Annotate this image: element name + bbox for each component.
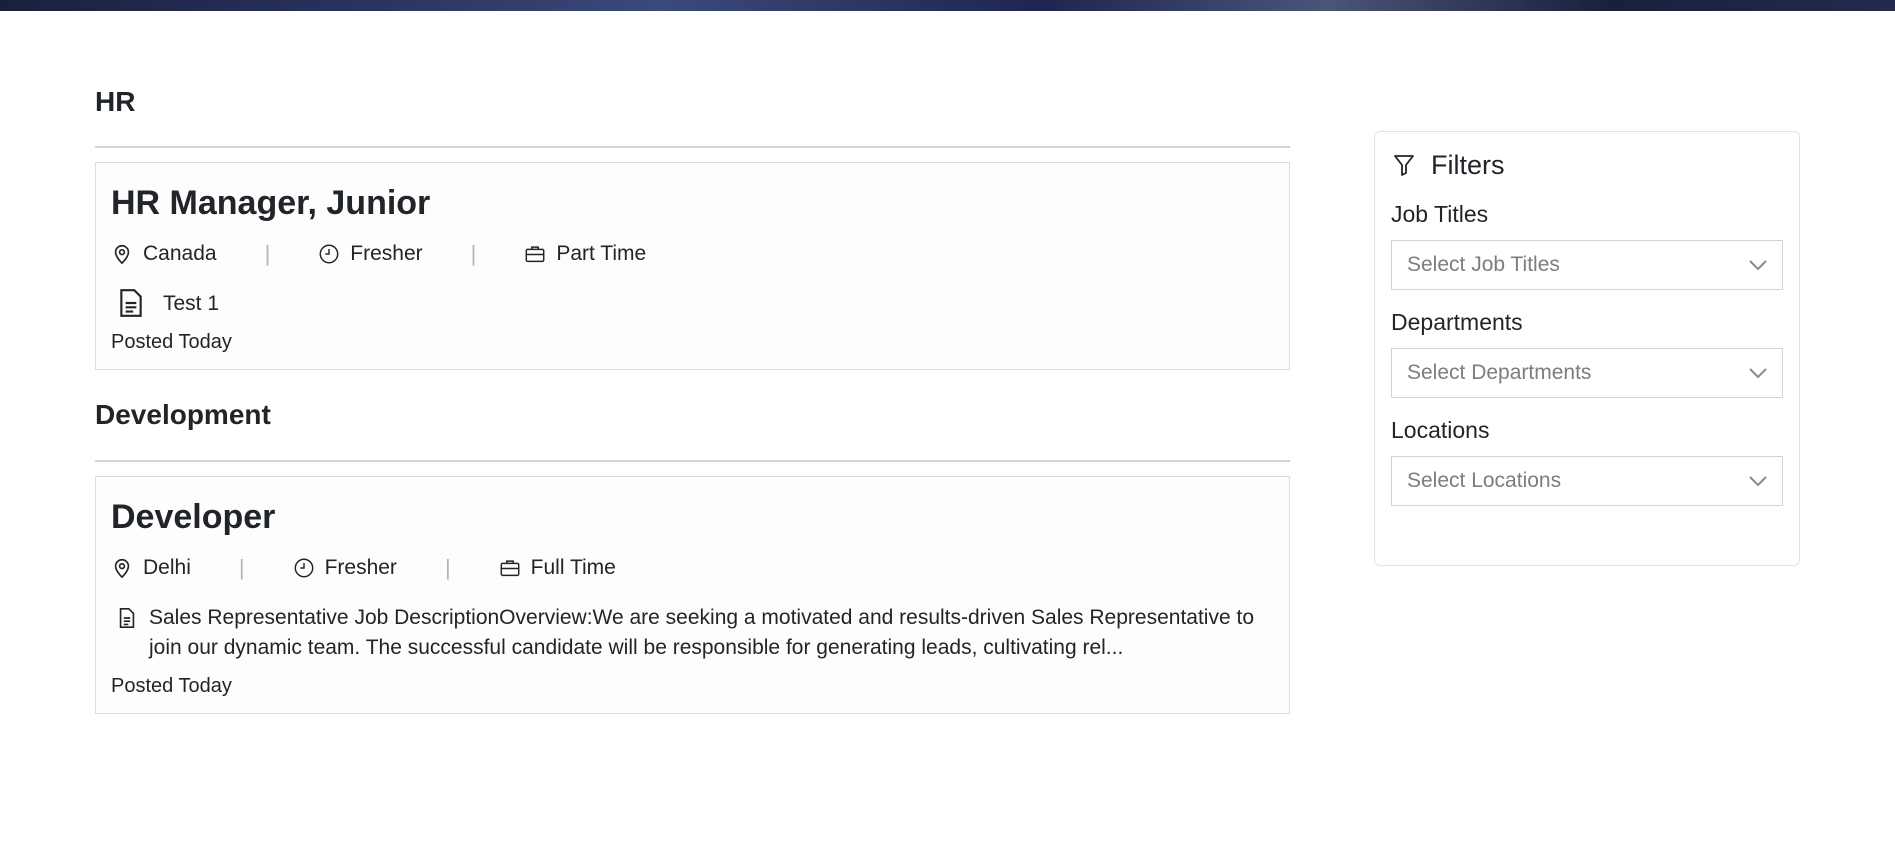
map-pin-icon [114,558,130,579]
document-icon [119,608,135,628]
job-experience-text: Fresher [350,242,423,265]
filters-header: Filters [1391,148,1783,182]
department-section-hr: HR HR Manager, Junior Canada | Fresher |… [95,70,1290,370]
job-meta: Delhi | Fresher | Full Time [111,555,1274,581]
chevron-down-icon [1749,368,1767,379]
filter-icon [1394,155,1414,176]
job-listings: HR HR Manager, Junior Canada | Fresher |… [95,70,1290,714]
job-experience: Fresher [293,556,397,580]
clock-icon [294,558,314,578]
separator: | [264,241,271,266]
filters-panel: Filters Job Titles Select Job Titles Dep… [1374,131,1800,566]
job-card[interactable]: HR Manager, Junior Canada | Fresher | Pa… [95,162,1290,370]
separator: | [470,241,477,266]
job-titles-label: Job Titles [1391,201,1489,227]
separator: | [444,555,451,580]
department-section-development: Development Developer Delhi | Fresher | … [95,370,1290,714]
departments-label: Departments [1391,309,1523,335]
job-titles-select[interactable]: Select Job Titles [1391,240,1783,290]
separator: | [238,555,245,580]
job-type-text: Part Time [556,242,647,265]
job-meta: Canada | Fresher | Part Time [111,241,1274,267]
departments-select[interactable]: Select Departments [1391,348,1783,398]
document-icon [120,289,142,317]
job-experience-text: Fresher [324,556,397,579]
locations-placeholder: Select Locations [1407,469,1562,492]
job-type: Part Time [524,242,646,266]
map-pin-icon [114,244,130,265]
briefcase-icon [525,246,545,263]
clock-icon [319,244,339,264]
locations-select[interactable]: Select Locations [1391,456,1783,506]
job-title[interactable]: Developer [111,497,1274,537]
job-experience: Fresher [318,242,423,266]
job-location-text: Canada [143,242,217,265]
chevron-down-icon [1749,476,1767,487]
locations-label: Locations [1391,417,1490,443]
job-location: Canada [111,242,217,266]
briefcase-icon [500,560,520,577]
chevron-down-icon [1749,260,1767,271]
job-location-text: Delhi [143,556,191,579]
job-description-text: Test 1 [163,292,220,315]
job-posted-date: Posted Today [111,675,232,697]
job-type: Full Time [499,556,616,580]
header-banner [0,0,1895,11]
job-description-text: Sales Representative Job DescriptionOver… [149,606,1254,659]
filters-title: Filters [1431,149,1505,180]
job-description: Test 1 [111,289,1274,319]
department-title: HR [95,70,1290,148]
department-title: Development [95,370,1290,462]
departments-placeholder: Select Departments [1407,361,1592,384]
job-title[interactable]: HR Manager, Junior [111,183,1274,223]
job-card[interactable]: Developer Delhi | Fresher | Full Time Sa… [95,476,1290,714]
job-location: Delhi [111,556,191,580]
job-description: Sales Representative Job DescriptionOver… [111,603,1274,663]
job-titles-placeholder: Select Job Titles [1407,253,1560,276]
job-type-text: Full Time [530,556,616,579]
job-posted-date: Posted Today [111,331,232,353]
